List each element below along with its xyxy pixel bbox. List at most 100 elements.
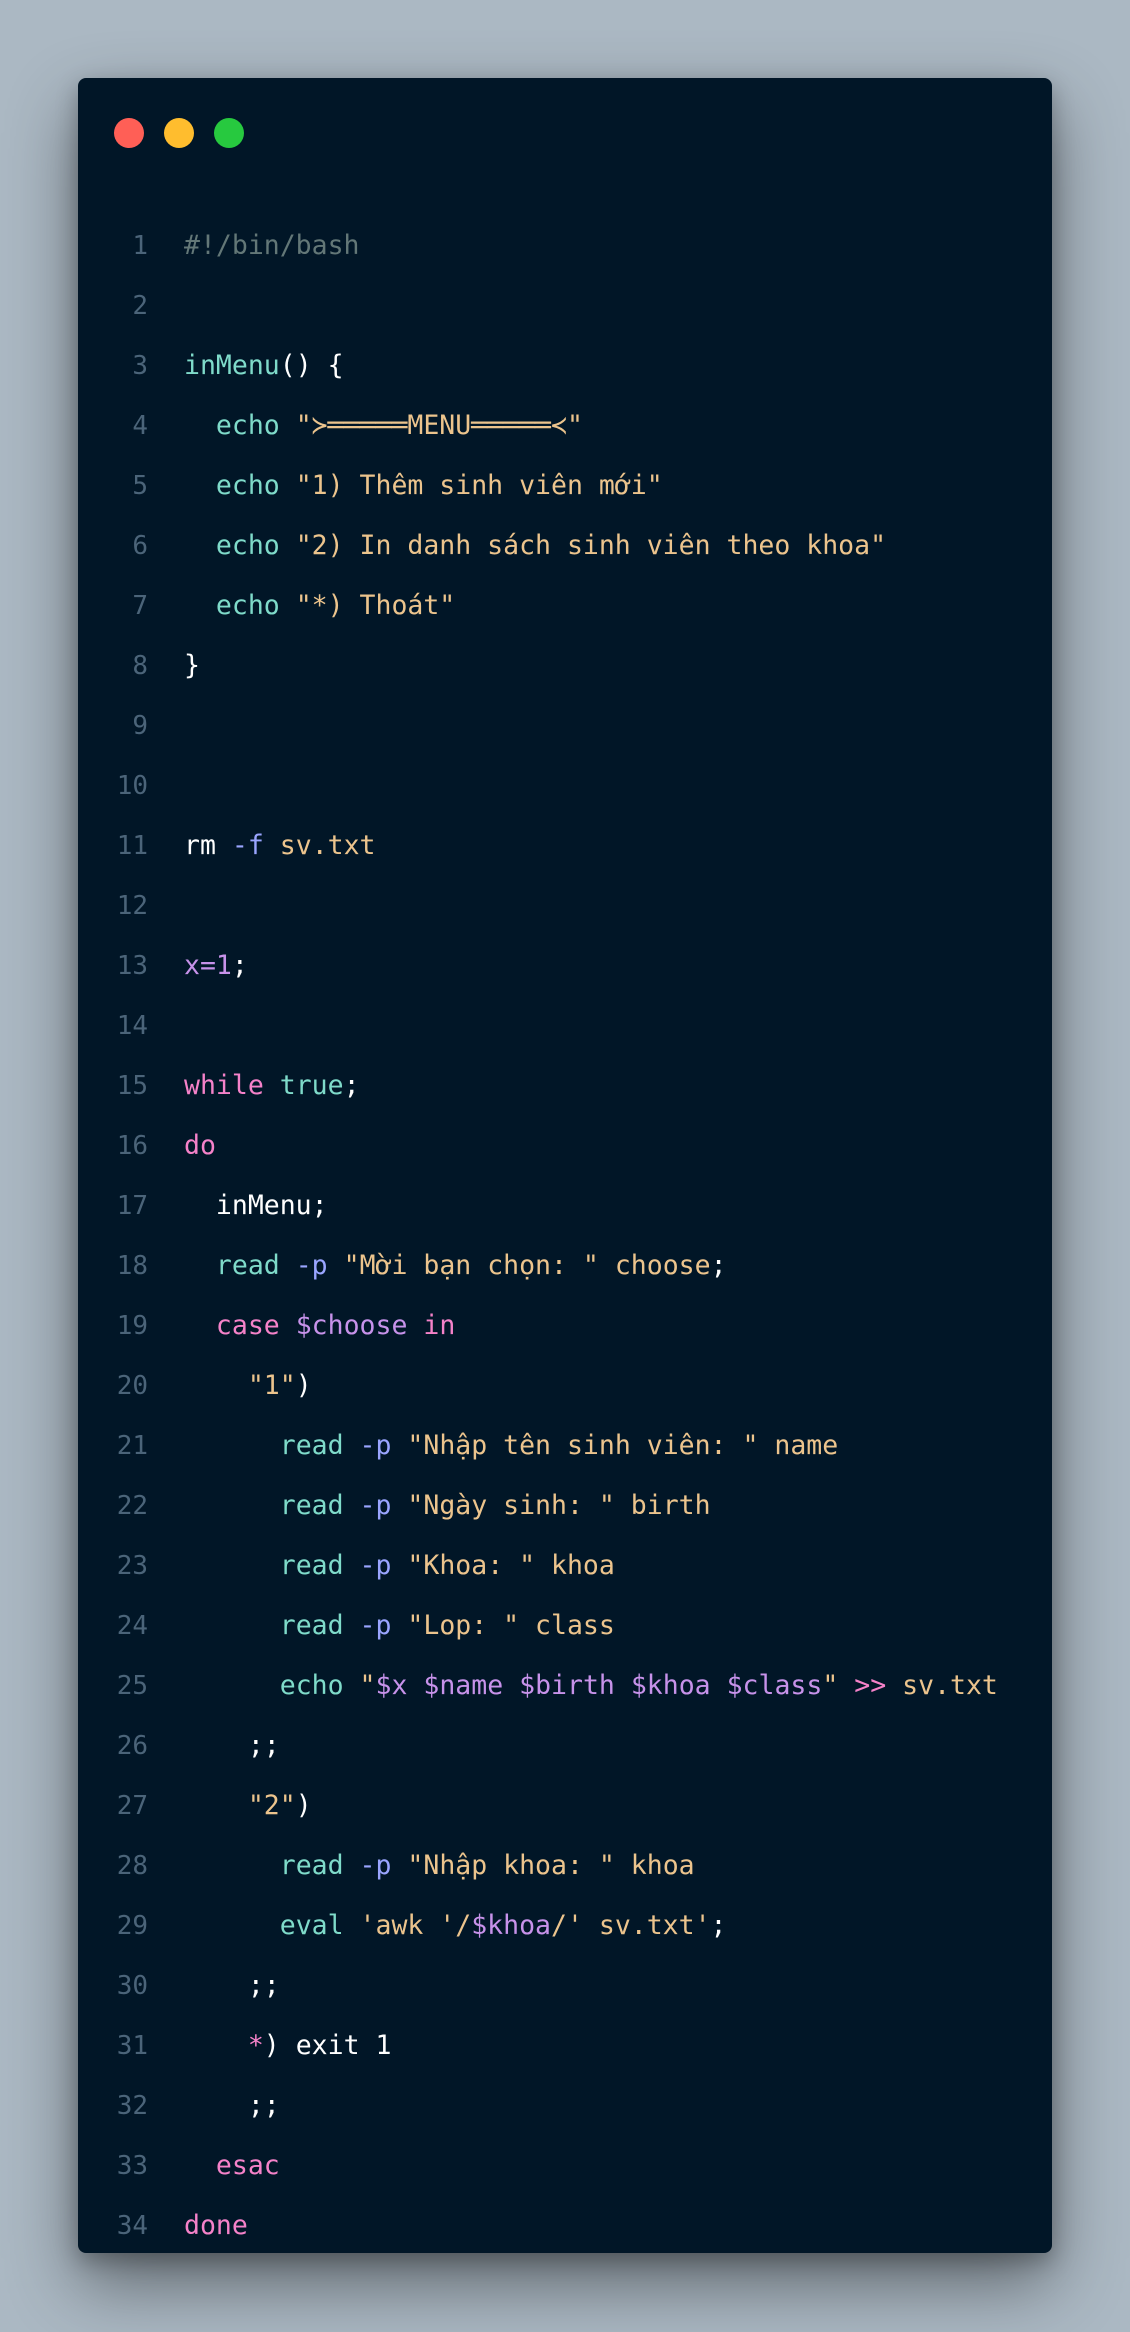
minimize-button[interactable] (164, 118, 194, 148)
code-token: done (184, 2210, 248, 2241)
line-number: 8 (132, 651, 148, 681)
code-token: #!/bin/bash (184, 230, 360, 261)
code-token: "1" (247, 1370, 296, 1401)
code-token: $khoa (471, 1910, 551, 1941)
line-number: 7 (132, 591, 148, 621)
code-token: ; (231, 950, 248, 981)
line-number: 25 (116, 1671, 148, 1701)
code-token: ;; (184, 1730, 280, 1761)
line-source: do (184, 1131, 216, 1161)
code-token: "Khoa: " khoa (407, 1550, 615, 1581)
line-source: read -p "Nhập tên sinh viên: " name (184, 1431, 838, 1461)
code-token: /' sv.txt' (551, 1910, 711, 1941)
code-token: ;; (184, 2090, 280, 2121)
code-line: 11 rm -f sv.txt (78, 831, 1052, 906)
code-token: echo (215, 530, 280, 561)
line-source: echo "2) In danh sách sinh viên theo kho… (184, 531, 886, 561)
line-number: 27 (116, 1791, 148, 1821)
code-token: rm (184, 830, 216, 861)
line-source: } (184, 651, 200, 681)
code-window: 1 #!/bin/bash 2 3 inMenu() {4 echo "≻═════ME… (78, 78, 1052, 2253)
line-number: 30 (116, 1971, 148, 2001)
code-token: () { (279, 350, 344, 381)
line-number: 28 (116, 1851, 148, 1881)
line-number: 14 (116, 1011, 148, 1041)
line-number: 9 (132, 711, 148, 741)
zoom-button[interactable] (214, 118, 244, 148)
code-token: } (184, 650, 200, 681)
code-token: $name (423, 1670, 504, 1701)
code-token: while (184, 1070, 264, 1101)
code-token: 'awk '/ (359, 1910, 472, 1941)
line-number: 6 (132, 531, 148, 561)
code-token: -f (231, 830, 264, 861)
line-number: 11 (116, 831, 148, 861)
line-source: read -p "Ngày sinh: " birth (184, 1491, 711, 1521)
code-token: x= (184, 950, 216, 981)
code-token: $khoa (630, 1670, 711, 1701)
code-token: do (184, 1130, 216, 1161)
code-line: 13 x=1; (78, 951, 1052, 1026)
code-token: case (215, 1310, 280, 1341)
code-token: "*) Thoát" (295, 590, 456, 621)
line-source: ;; (184, 1731, 280, 1761)
line-source: rm -f sv.txt (184, 831, 376, 861)
line-number: 16 (116, 1131, 148, 1161)
line-source: echo "$x $name $birth $khoa $class" >> s… (184, 1671, 998, 1701)
line-number: 19 (116, 1311, 148, 1341)
code-token: true (279, 1070, 344, 1101)
line-source: x=1; (184, 951, 248, 981)
code-line: 15 while true; (78, 1071, 1052, 1146)
line-number: 20 (116, 1371, 148, 1401)
code-token: ; (710, 1910, 727, 1941)
line-number: 13 (116, 951, 148, 981)
code-token: read (279, 1430, 344, 1461)
close-button[interactable] (114, 118, 144, 148)
line-number: 17 (116, 1191, 148, 1221)
line-source: "2") (184, 1791, 312, 1821)
code-token: read (279, 1610, 344, 1641)
code-line: 1 #!/bin/bash (78, 231, 1052, 306)
line-number: 31 (116, 2031, 148, 2061)
code-token: -p (359, 1490, 392, 1521)
code-token: $class (726, 1670, 823, 1701)
code-token: ) (295, 1790, 312, 1821)
line-number: 26 (116, 1731, 148, 1761)
code-token: read (215, 1250, 280, 1281)
line-number: 2 (132, 291, 148, 321)
code-token: "Nhập tên sinh viên: " name (407, 1430, 839, 1461)
code-token: echo (215, 470, 280, 501)
line-number: 22 (116, 1491, 148, 1521)
line-source: read -p "Lop: " class (184, 1611, 615, 1641)
code-token: $x (375, 1670, 408, 1701)
code-token: sv.txt (902, 1670, 998, 1701)
line-source: read -p "Mời bạn chọn: " choose; (184, 1251, 727, 1281)
code-token: ) (295, 1370, 312, 1401)
code-token: " (822, 1670, 839, 1701)
line-source: while true; (184, 1071, 360, 1101)
code-token: eval (279, 1910, 344, 1941)
code-token: "Mời bạn chọn: " choose (343, 1250, 711, 1281)
code-token: -p (359, 1610, 392, 1641)
line-number: 15 (116, 1071, 148, 1101)
